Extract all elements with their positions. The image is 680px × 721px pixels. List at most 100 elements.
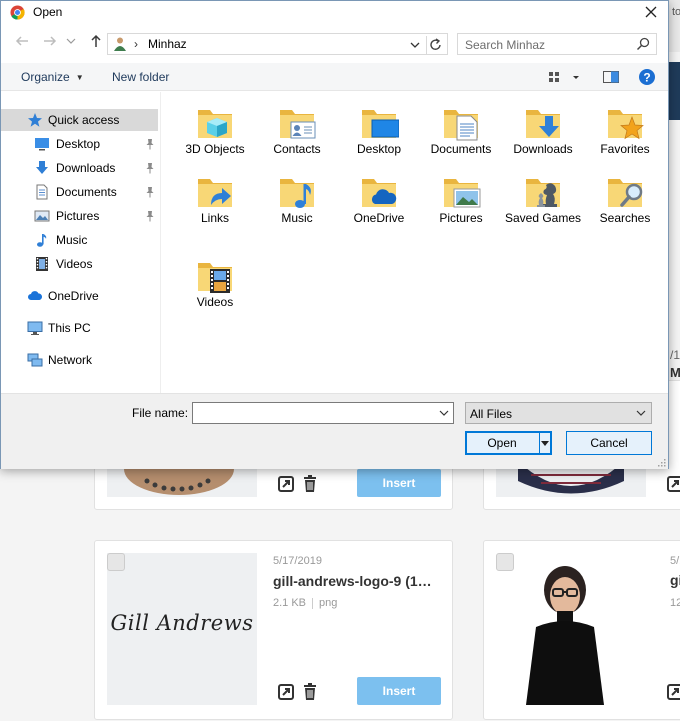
folder-label: Links: [200, 211, 229, 225]
navigation-pane: Quick access Desktop Downloads Documents…: [1, 92, 161, 393]
pin-icon[interactable]: [145, 210, 155, 222]
refresh-button[interactable]: [426, 36, 446, 54]
open-external-icon[interactable]: [277, 683, 295, 701]
recent-locations-button[interactable]: [65, 34, 77, 52]
chevron-right-icon[interactable]: ›: [134, 37, 138, 51]
pin-icon[interactable]: [145, 162, 155, 174]
open-button[interactable]: Open: [465, 431, 552, 455]
split-divider: [539, 433, 540, 453]
upload-date: 5/17/2019: [273, 555, 322, 567]
file-name-label: File name:: [132, 406, 189, 420]
magnifier-icon: [608, 179, 643, 207]
select-checkbox[interactable]: [496, 553, 514, 571]
cloud-icon: [28, 291, 43, 300]
user-folder-icon: [114, 37, 126, 51]
folder-label: 3D Objects: [185, 142, 245, 156]
view-options-button[interactable]: [547, 68, 579, 86]
file-size: 2.1 KB: [273, 597, 307, 609]
folder-videos[interactable]: Videos: [174, 249, 256, 317]
sidebar-item-onedrive[interactable]: OneDrive: [1, 285, 158, 307]
cloud-icon: [362, 179, 397, 207]
sidebar-item-quick-access[interactable]: Quick access: [1, 109, 158, 131]
chevron-down-icon[interactable]: [408, 38, 422, 52]
forward-button[interactable]: [41, 34, 59, 52]
sidebar-item-desktop[interactable]: Desktop: [1, 133, 158, 155]
sidebar-item-label: Network: [48, 353, 93, 367]
address-bar[interactable]: › Minhaz: [107, 33, 448, 55]
media-card: [483, 540, 680, 720]
film-icon: [36, 257, 48, 271]
sidebar-item-videos[interactable]: Videos: [1, 253, 158, 275]
help-button[interactable]: ?: [638, 68, 656, 86]
chevron-down-icon[interactable]: [439, 408, 449, 418]
insert-button[interactable]: Insert: [357, 677, 441, 705]
folder-saved-games[interactable]: Saved Games: [502, 165, 584, 233]
folder-label: Pictures: [439, 211, 483, 225]
folder-searches[interactable]: Searches: [584, 165, 666, 233]
chess-icon: [526, 179, 560, 207]
insert-button[interactable]: Insert: [357, 469, 441, 497]
folder-contacts[interactable]: Contacts: [256, 96, 338, 164]
new-folder-button[interactable]: New folder: [112, 70, 169, 84]
cancel-button[interactable]: Cancel: [566, 431, 652, 455]
browser-tab[interactable]: to: [672, 6, 680, 18]
back-button[interactable]: [13, 34, 31, 52]
card-fragment-meta: 125: [670, 597, 680, 609]
caret-down-icon: ▼: [75, 73, 84, 83]
folder-music[interactable]: Music: [256, 165, 338, 233]
folder-downloads[interactable]: Downloads: [502, 96, 584, 164]
media-title[interactable]: gill-andrews-logo-9 (1…: [273, 573, 432, 589]
picture-icon: [34, 210, 50, 222]
title-bar[interactable]: Open: [1, 1, 668, 25]
sidebar-item-music[interactable]: Music: [1, 229, 158, 251]
folder-links[interactable]: Links: [174, 165, 256, 233]
search-box[interactable]: Search Minhaz: [457, 33, 657, 55]
folder-onedrive[interactable]: OneDrive: [338, 165, 420, 233]
open-external-icon[interactable]: [666, 475, 680, 493]
open-file-dialog: Open › Minhaz Search Minhaz Organize ▼ N…: [0, 0, 669, 469]
folder-favorites[interactable]: Favorites: [584, 96, 666, 164]
open-external-icon[interactable]: [666, 683, 680, 701]
site-header-fragment: [668, 62, 680, 120]
preview-pane-button[interactable]: [602, 68, 620, 86]
breadcrumb-current[interactable]: Minhaz: [148, 37, 187, 51]
pin-icon[interactable]: [145, 186, 155, 198]
folder-3d-objects[interactable]: 3D Objects: [174, 96, 256, 164]
card-fragment-text: /1: [670, 348, 680, 362]
arrow-left-icon: [15, 36, 28, 46]
sidebar-item-network[interactable]: Network: [1, 349, 158, 371]
up-button[interactable]: [87, 34, 105, 52]
chrome-icon: [10, 5, 25, 20]
organize-menu[interactable]: Organize ▼: [21, 70, 84, 84]
pin-icon[interactable]: [145, 138, 155, 150]
cube-icon: [198, 110, 232, 138]
folder-label: Videos: [196, 295, 234, 309]
music-note-icon: [37, 234, 47, 247]
card-fragment-title: Ma: [670, 365, 680, 380]
sidebar-item-pictures[interactable]: Pictures: [1, 205, 158, 227]
monitor-icon: [27, 321, 43, 335]
sidebar-item-label: Downloads: [56, 161, 116, 175]
sidebar-item-documents[interactable]: Documents: [1, 181, 158, 203]
select-checkbox[interactable]: [107, 553, 125, 571]
sidebar-item-downloads[interactable]: Downloads: [1, 157, 158, 179]
trash-icon[interactable]: [301, 475, 319, 493]
file-name-input[interactable]: [192, 402, 454, 424]
folder-documents[interactable]: Documents: [420, 96, 502, 164]
media-thumbnail: Gill Andrews: [107, 553, 257, 705]
sidebar-item-this-pc[interactable]: This PC: [1, 317, 158, 339]
download-arrow-icon: [36, 161, 48, 174]
card-fragment-date: 5/1: [670, 555, 680, 567]
folder-pictures[interactable]: Pictures: [420, 165, 502, 233]
media-thumbnail: [496, 553, 646, 705]
close-button[interactable]: [640, 2, 662, 22]
music-note-icon: [280, 179, 314, 208]
trash-icon[interactable]: [301, 683, 319, 701]
open-button-label: Open: [487, 436, 517, 450]
caret-down-icon[interactable]: [541, 439, 549, 447]
folder-desktop[interactable]: Desktop: [338, 96, 420, 164]
organize-label: Organize: [21, 70, 70, 84]
resize-grip-icon[interactable]: [656, 457, 666, 467]
open-external-icon[interactable]: [277, 475, 295, 493]
file-type-select[interactable]: All Files: [465, 402, 652, 424]
